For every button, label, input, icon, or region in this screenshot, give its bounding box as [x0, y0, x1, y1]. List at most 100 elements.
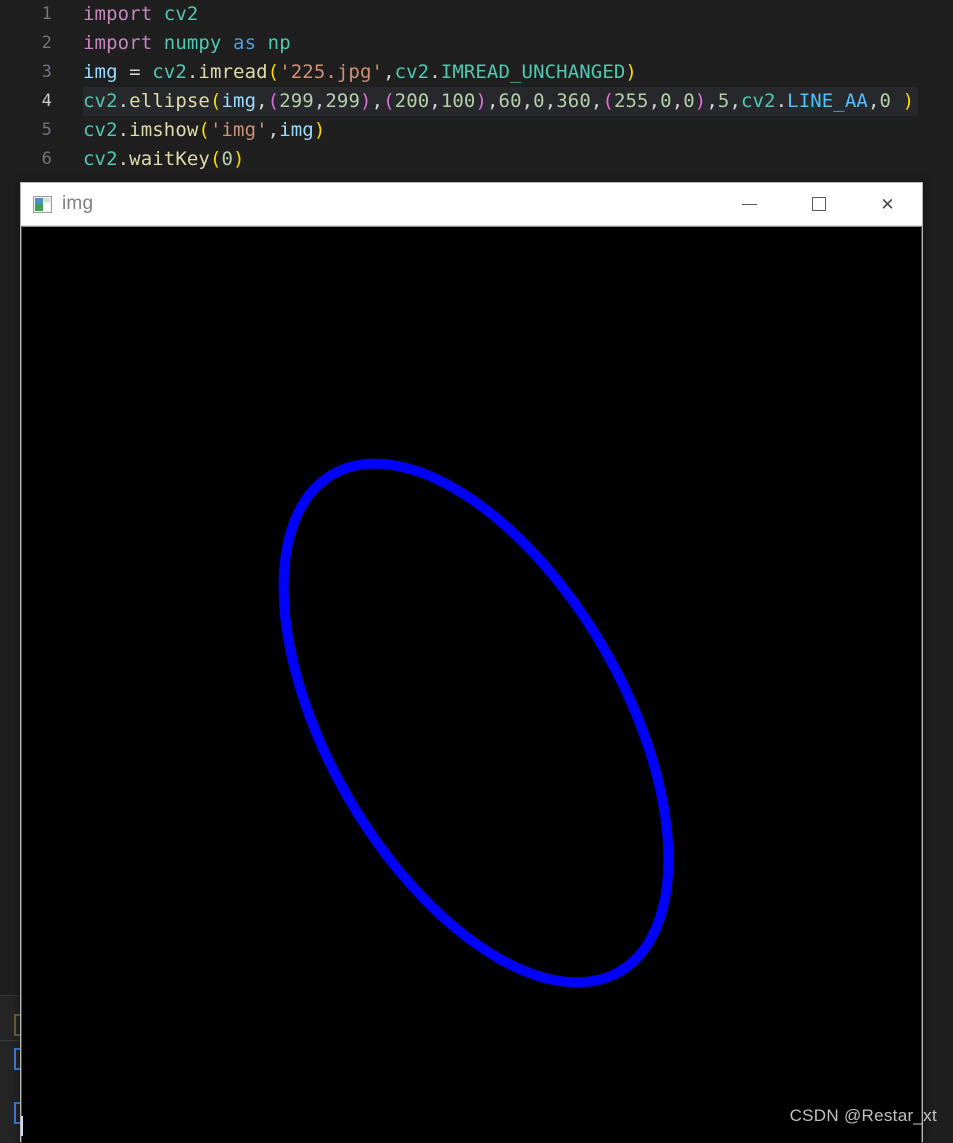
code-token: LINE_AA — [787, 90, 868, 112]
opencv-image-window[interactable]: img ✕ — [20, 182, 923, 1143]
image-canvas[interactable] — [21, 226, 922, 1143]
code-token: ( — [383, 90, 395, 112]
code-token: ( — [209, 148, 222, 170]
csdn-watermark: CSDN @Restar_xt — [789, 1106, 937, 1125]
code-token: , — [648, 90, 661, 112]
code-token: ( — [602, 90, 614, 112]
code-token: , — [544, 90, 557, 112]
code-token: , — [706, 90, 718, 112]
code-token: np — [267, 32, 291, 54]
code-line-3[interactable]: 3 img = cv2.imread('225.jpg',cv2.IMREAD_U… — [0, 58, 953, 87]
line-number: 2 — [41, 33, 52, 53]
code-token: ) — [694, 90, 707, 112]
code-token: . — [117, 119, 130, 141]
code-lines-container: 1 import cv2 2 import numpy as np 3 img = cv2… — [0, 0, 953, 174]
code-token: , — [429, 90, 441, 112]
code-token: img — [83, 61, 118, 83]
code-token: imshow — [129, 119, 199, 141]
code-token: import — [83, 32, 153, 54]
line-content: img = cv2.imread('225.jpg',cv2.IMREAD_UN… — [83, 58, 641, 87]
code-line-2[interactable]: 2 import numpy as np — [0, 29, 953, 58]
code-line-6[interactable]: 6 cv2.waitKey(0) — [0, 145, 953, 174]
code-token: 5 — [717, 90, 730, 112]
code-token: cv2 — [83, 90, 118, 112]
code-token: ) — [233, 148, 245, 170]
window-title: img — [62, 193, 94, 214]
code-token: numpy — [163, 32, 222, 54]
code-token: . — [186, 61, 199, 83]
maximize-button[interactable] — [784, 183, 853, 225]
code-token: img — [279, 119, 314, 141]
code-token: '225.jpg' — [279, 61, 384, 83]
screenshot-root: 1 import cv2 2 import numpy as np 3 img = cv2… — [0, 0, 953, 1143]
code-token: , — [729, 90, 741, 112]
window-titlebar[interactable]: img ✕ — [21, 183, 922, 226]
code-token: import — [83, 3, 153, 25]
code-token: cv2 — [163, 3, 199, 25]
text-caret — [21, 1116, 23, 1136]
code-token: , — [371, 90, 384, 112]
minimize-button[interactable] — [715, 183, 784, 225]
code-token: , — [487, 90, 499, 112]
ellipse-drawing — [278, 458, 674, 988]
code-token: ) — [475, 90, 487, 112]
code-token: ( — [198, 119, 210, 141]
code-token: ( — [267, 90, 280, 112]
code-token: ellipse — [129, 90, 210, 112]
code-token: ( — [209, 90, 222, 112]
code-token: ) — [625, 61, 637, 83]
code-token: 0 — [660, 90, 672, 112]
code-token: IMREAD_UNCHANGED — [440, 61, 626, 83]
image-icon — [33, 195, 52, 213]
code-token: , — [671, 90, 684, 112]
code-token: , — [256, 90, 268, 112]
code-line-4[interactable]: 4 cv2.ellipse(img,(299,299),(200,100),60,… — [0, 87, 953, 116]
code-token: as — [233, 32, 257, 54]
code-token: imread — [198, 61, 268, 83]
code-token: cv2 — [740, 90, 776, 112]
code-line-5[interactable]: 5 cv2.imshow('img',img) — [0, 116, 953, 145]
code-token: cv2 — [83, 148, 118, 170]
code-token: 'img' — [209, 119, 268, 141]
code-token: = — [117, 61, 153, 83]
code-token: 0 — [221, 148, 234, 170]
code-token: , — [521, 90, 534, 112]
code-token: 0 — [683, 90, 695, 112]
code-token: . — [117, 148, 130, 170]
code-token: 60 — [498, 90, 522, 112]
code-token: cv2 — [152, 61, 187, 83]
code-token: 100 — [440, 90, 476, 112]
maximize-icon — [811, 197, 826, 211]
line-content: import cv2 — [83, 0, 202, 29]
line-number: 3 — [41, 62, 52, 82]
code-token: . — [429, 61, 441, 83]
code-token: ) — [360, 90, 372, 112]
code-token: , — [383, 61, 395, 83]
code-token: img — [221, 90, 257, 112]
code-token: 0 — [879, 90, 892, 112]
blue-ellipse — [278, 458, 674, 988]
code-token: 299 — [279, 90, 314, 112]
window-controls: ✕ — [715, 183, 922, 225]
code-token: , — [313, 90, 326, 112]
line-number: 1 — [41, 4, 52, 24]
code-line-1[interactable]: 1 import cv2 — [0, 0, 953, 29]
line-number: 5 — [41, 120, 52, 140]
line-content: cv2.imshow('img',img) — [83, 116, 329, 145]
code-token: , — [267, 119, 280, 141]
line-content: cv2.ellipse(img,(299,299),(200,100),60,0… — [83, 87, 919, 116]
close-button[interactable]: ✕ — [853, 183, 922, 225]
line-content: import numpy as np — [83, 29, 295, 58]
line-number: 4 — [41, 91, 52, 111]
close-icon: ✕ — [880, 194, 895, 214]
code-token: ( — [267, 61, 280, 83]
code-token: . — [775, 90, 788, 112]
code-token: 360 — [556, 90, 591, 112]
code-token: cv2 — [83, 119, 118, 141]
code-token: . — [117, 90, 130, 112]
minimize-icon — [742, 203, 757, 205]
